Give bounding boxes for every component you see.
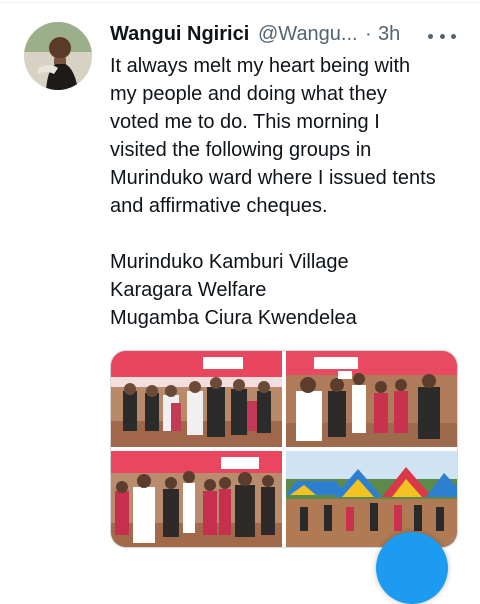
avatar[interactable] [24, 22, 92, 90]
photo-tents-outdoors [286, 451, 457, 547]
group-name: Mugamba Ciura Kwendelea [110, 307, 357, 329]
tweet-text-line: and affirmative cheques. [110, 195, 328, 217]
photo-group-under-tent [111, 351, 282, 447]
tweet-text-line: Murinduko ward where I issued tents [110, 167, 436, 189]
photo-3[interactable] [111, 451, 282, 547]
author-handle[interactable]: @Wangu... [258, 23, 358, 46]
compose-tweet-icon[interactable] [376, 532, 448, 604]
photo-4[interactable] [286, 451, 457, 547]
tweet-text-line: voted me to do. This morning I [110, 111, 380, 133]
more-options-icon[interactable] [428, 26, 456, 46]
tweet-card[interactable]: Wangui Ngirici @Wangu... · 3h It always … [0, 0, 480, 604]
tweet-text: It always melt my heart being with my pe… [110, 52, 470, 332]
photo-cheque-handover [286, 351, 457, 447]
photo-group-handshake [111, 451, 282, 547]
separator-dot: · [365, 23, 372, 45]
photo-2[interactable] [286, 351, 457, 447]
avatar-image [24, 22, 92, 90]
tweet-text-line: visited the following groups in [110, 139, 372, 161]
group-name: Karagara Welfare [110, 279, 267, 301]
group-name: Murinduko Kamburi Village [110, 251, 349, 273]
photo-1[interactable] [111, 351, 282, 447]
divider [0, 2, 480, 3]
author-name[interactable]: Wangui Ngirici [110, 23, 249, 46]
tweet-header: Wangui Ngirici @Wangu... · 3h [110, 20, 470, 52]
tweet-timestamp[interactable]: 3h [378, 23, 400, 46]
tweet-text-line: my people and doing what they [110, 83, 387, 105]
media-grid [110, 350, 458, 548]
tweet-text-line: It always melt my heart being with [110, 55, 411, 77]
